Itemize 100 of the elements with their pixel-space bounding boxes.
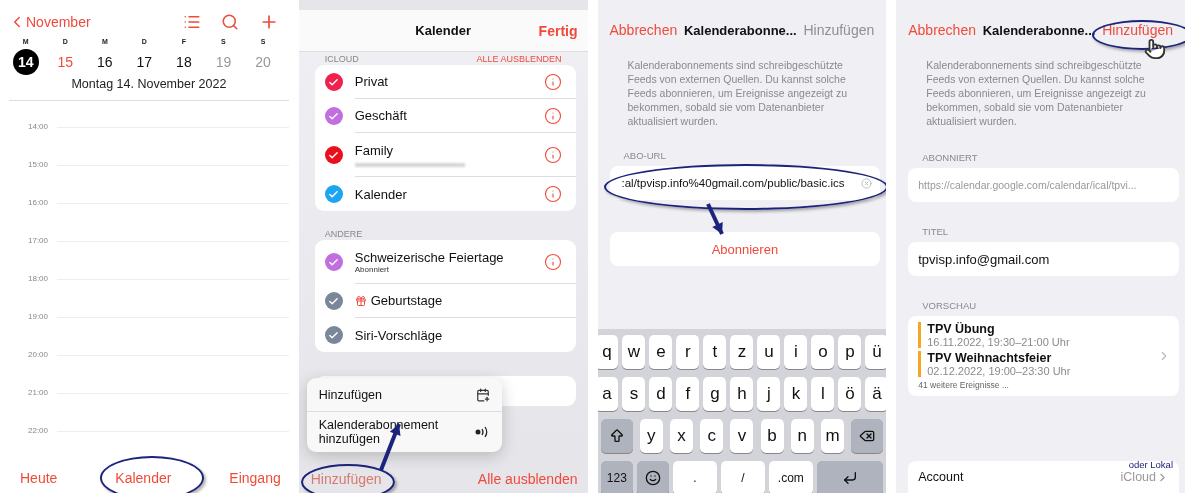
toolbar-button[interactable]: Heute: [20, 470, 58, 486]
keyboard-key[interactable]: y: [639, 419, 663, 453]
broadcast-icon: [473, 426, 490, 438]
keyboard-key[interactable]: c: [700, 419, 724, 453]
hour-label: 22:00: [27, 426, 50, 436]
sheet-title: Kalender: [415, 23, 471, 38]
clear-icon: [861, 177, 873, 189]
hour-label: 15:00: [27, 160, 50, 170]
annotation-arrow: [705, 203, 724, 235]
day-number[interactable]: 15: [52, 49, 79, 75]
hour-label: 16:00: [27, 198, 50, 208]
field-label: VORSCHAU: [922, 300, 978, 311]
description-text: Kalenderabonnements sind schreibgeschützte Feeds von externen Quellen. Du kannst solche Feeds abonnieren, um Ereignisse angezeigt zu bekommen, sobald sie vom Datenanbieter aktualisiert wurden.: [627, 58, 848, 128]
keyboard-key[interactable]: /: [720, 461, 765, 493]
keyboard-key[interactable]: s: [622, 377, 646, 411]
toolbar-button[interactable]: Eingang: [229, 470, 281, 486]
keyboard-key[interactable]: p: [838, 335, 862, 369]
url-input-field[interactable]: :al/tpvisp.info%40gmail.com/public/basic.ics: [609, 166, 881, 200]
annotation-note: oder Lokal: [1128, 459, 1173, 470]
calendar-name: Geburtstage: [370, 293, 443, 308]
keyboard-key[interactable]: j: [757, 377, 781, 411]
calendar-checkbox[interactable]: [324, 185, 343, 203]
keyboard-key[interactable]: f: [676, 377, 700, 411]
day-number[interactable]: 16: [91, 49, 118, 75]
day-number[interactable]: 17: [131, 49, 158, 75]
description-text: Kalenderabonnements sind schreibgeschützte Feeds von externen Quellen. Du kannst solche Feeds abonnieren, um Ereignisse angezeigt zu bekommen, sobald sie vom Datenanbieter aktualisiert wurden.: [926, 58, 1147, 128]
keyboard-key[interactable]: d: [649, 377, 673, 411]
hour-label: 14:00: [27, 122, 50, 132]
info-icon[interactable]: [543, 252, 562, 271]
date-title: Montag 14. November 2022: [71, 77, 227, 91]
keyboard-key[interactable]: ü: [865, 335, 887, 369]
keyboard-key[interactable]: x: [669, 419, 693, 453]
list-icon[interactable]: [182, 13, 201, 31]
keyboard-key[interactable]: w: [622, 335, 646, 369]
keyboard-key[interactable]: [600, 419, 633, 453]
calendar-checkbox[interactable]: [324, 292, 343, 310]
preview-card[interactable]: TPV Übung 16.11.2022, 19:30–21:00 Uhr TPV Weihnachtsfeier 02.12.2022, 19:00–23:30 Uhr 41 weitere Ereignisse ...: [908, 316, 1179, 396]
keyboard-key[interactable]: ö: [838, 377, 862, 411]
sheet-title: Kalenderabonne...: [982, 22, 1096, 38]
keyboard-key[interactable]: b: [760, 419, 784, 453]
keyboard-key[interactable]: n: [790, 419, 814, 453]
calendar-checkbox[interactable]: [324, 107, 343, 125]
calendar-name: Siri-Vorschläge: [354, 327, 443, 343]
calendar-name: Family: [354, 142, 394, 158]
menu-item[interactable]: Hinzufügen: [306, 378, 502, 411]
calendar-name: Schweizerische Feiertage: [354, 249, 504, 265]
keyboard-key[interactable]: .: [672, 461, 717, 493]
done-button[interactable]: Fertig: [538, 22, 578, 39]
emoji-icon: [644, 470, 661, 486]
keyboard-key[interactable]: e: [649, 335, 673, 369]
day-number[interactable]: 14: [12, 49, 39, 75]
search-icon[interactable]: [220, 13, 239, 31]
subscribe-button[interactable]: Abonnieren: [609, 232, 881, 266]
day-number[interactable]: 18: [170, 49, 197, 75]
keyboard-key[interactable]: [636, 461, 669, 493]
calendar-checkbox[interactable]: [324, 146, 343, 164]
keyboard-key[interactable]: u: [757, 335, 781, 369]
keyboard-key[interactable]: r: [676, 335, 700, 369]
keyboard-key[interactable]: q: [597, 335, 619, 369]
calendar-checkbox[interactable]: [324, 326, 343, 344]
keyboard-key[interactable]: t: [703, 335, 727, 369]
calendar-name: Geschäft: [354, 108, 407, 123]
info-icon[interactable]: [543, 72, 562, 91]
check-icon: [328, 256, 340, 268]
calendar-name: Kalender: [354, 186, 407, 202]
more-events-text: 41 weitere Ereignisse ...: [918, 380, 1010, 390]
field-label: TITEL: [922, 226, 950, 237]
backspace-icon: [859, 428, 876, 444]
keyboard-key[interactable]: l: [811, 377, 835, 411]
title-input-field[interactable]: tpvisp.info@gmail.com: [908, 242, 1179, 276]
check-icon: [328, 110, 340, 122]
keyboard-key[interactable]: g: [703, 377, 727, 411]
keyboard-key[interactable]: h: [730, 377, 754, 411]
keyboard-key[interactable]: ä: [865, 377, 887, 411]
keyboard-key[interactable]: i: [784, 335, 808, 369]
keyboard-key[interactable]: o: [811, 335, 835, 369]
info-icon[interactable]: [543, 185, 562, 203]
toolbar-button[interactable]: Kalender: [115, 470, 172, 486]
check-icon: [328, 295, 340, 307]
keyboard-key[interactable]: a: [597, 377, 619, 411]
calendar-checkbox[interactable]: [324, 253, 343, 271]
info-icon[interactable]: [543, 145, 562, 164]
keyboard-key[interactable]: m: [821, 419, 845, 453]
calendar-subtitle: Abonniert: [354, 264, 390, 274]
keyboard-key[interactable]: z: [730, 335, 754, 369]
check-icon: [328, 76, 340, 88]
sheet-title: Kalenderabonne...: [683, 22, 797, 38]
keyboard-key[interactable]: [851, 419, 884, 453]
check-icon: [328, 329, 340, 341]
calendar-checkbox[interactable]: [324, 73, 343, 91]
keyboard-key[interactable]: 123: [600, 461, 633, 493]
back-button[interactable]: November: [8, 13, 91, 31]
info-icon[interactable]: [543, 106, 562, 125]
keyboard-key[interactable]: v: [730, 419, 754, 453]
hour-label: 20:00: [27, 350, 50, 360]
keyboard-key[interactable]: .com: [768, 461, 813, 493]
gift-icon: [354, 294, 367, 307]
keyboard-key[interactable]: k: [784, 377, 808, 411]
section-header: ICLOUD: [324, 54, 359, 64]
event-entry: TPV Übung 16.11.2022, 19:30–21:00 Uhr: [918, 322, 1157, 348]
